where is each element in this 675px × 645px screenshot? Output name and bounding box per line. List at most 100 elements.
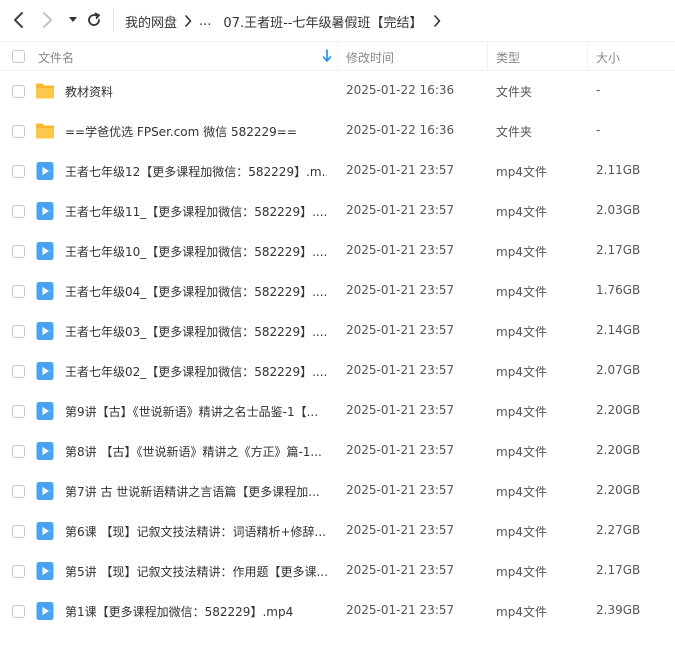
- row-checkbox[interactable]: [12, 125, 25, 138]
- file-size: -: [596, 123, 601, 137]
- row-checkbox[interactable]: [12, 365, 25, 378]
- file-name[interactable]: 王者七年级04_【更多课程加微信：582229】....: [65, 283, 327, 300]
- file-mtime: 2025-01-21 23:57: [346, 323, 455, 337]
- row-checkbox[interactable]: [12, 245, 25, 258]
- file-mtime: 2025-01-22 16:36: [346, 83, 455, 97]
- file-type: 文件夹: [496, 125, 533, 139]
- file-row[interactable]: 第8讲 【古】《世说新语》精讲之《方正》篇-1... 2025-01-21 23:…: [0, 431, 675, 471]
- video-file-icon: [35, 481, 55, 501]
- file-name[interactable]: 第7讲 古 世说新语精讲之言语篇【更多课程加...: [65, 483, 327, 500]
- breadcrumb-separator-icon: [177, 11, 199, 31]
- file-size: 2.39GB: [596, 603, 641, 617]
- video-file-icon: [35, 241, 55, 261]
- row-checkbox[interactable]: [12, 485, 25, 498]
- file-mtime: 2025-01-21 23:57: [346, 163, 455, 177]
- file-name[interactable]: 王者七年级11_【更多课程加微信：582229】....: [65, 203, 327, 220]
- file-list: 教材资料 2025-01-22 16:36 文件夹 - ==学爸优选 FPSer.com…: [0, 71, 675, 631]
- column-header-mtime[interactable]: 修改时间: [346, 49, 394, 66]
- row-checkbox[interactable]: [12, 565, 25, 578]
- file-name[interactable]: 教材资料: [65, 83, 327, 100]
- file-name[interactable]: 第8讲 【古】《世说新语》精讲之《方正》篇-1...: [65, 443, 327, 460]
- video-file-icon: [35, 161, 55, 181]
- file-list-header: 文件名 修改时间 类型 大小: [0, 41, 675, 71]
- file-name[interactable]: 第1课【更多课程加微信：582229】.mp4: [65, 603, 327, 620]
- file-type: 文件夹: [496, 85, 533, 99]
- file-mtime: 2025-01-21 23:57: [346, 243, 455, 257]
- file-mtime: 2025-01-21 23:57: [346, 523, 455, 537]
- row-checkbox[interactable]: [12, 525, 25, 538]
- row-checkbox[interactable]: [12, 405, 25, 418]
- file-size: 1.76GB: [596, 283, 641, 297]
- breadcrumb-expand-icon[interactable]: [426, 11, 448, 31]
- file-mtime: 2025-01-21 23:57: [346, 483, 455, 497]
- breadcrumb-root[interactable]: 我的网盘: [125, 12, 177, 31]
- video-file-icon: [35, 281, 55, 301]
- column-divider[interactable]: [587, 42, 588, 71]
- file-row[interactable]: 王者七年级04_【更多课程加微信：582229】.... 2025-01-21 2…: [0, 271, 675, 311]
- file-row[interactable]: 教材资料 2025-01-22 16:36 文件夹 -: [0, 71, 675, 111]
- file-name[interactable]: 第9讲【古】《世说新语》精讲之名士品鉴-1【...: [65, 403, 327, 420]
- column-header-size[interactable]: 大小: [596, 49, 620, 66]
- file-size: 2.03GB: [596, 203, 641, 217]
- row-checkbox[interactable]: [12, 445, 25, 458]
- breadcrumb-current[interactable]: 07.王者班--七年级暑假班【完结】: [223, 12, 422, 31]
- file-name[interactable]: 第5讲 【现】记叙文技法精讲：作用题【更多课...: [65, 563, 327, 580]
- history-dropdown-button[interactable]: [62, 9, 84, 31]
- file-size: -: [596, 83, 601, 97]
- video-file-icon: [35, 561, 55, 581]
- row-checkbox[interactable]: [12, 165, 25, 178]
- file-row[interactable]: 王者七年级11_【更多课程加微信：582229】.... 2025-01-21 2…: [0, 191, 675, 231]
- video-file-icon: [35, 201, 55, 221]
- row-checkbox[interactable]: [12, 85, 25, 98]
- breadcrumb-ellipsis[interactable]: ...: [199, 14, 211, 29]
- video-file-icon: [35, 321, 55, 341]
- file-type: mp4文件: [496, 245, 547, 259]
- file-row[interactable]: 第7讲 古 世说新语精讲之言语篇【更多课程加... 2025-01-21 23:5…: [0, 471, 675, 511]
- folder-icon: [35, 121, 55, 141]
- file-row[interactable]: 第9讲【古】《世说新语》精讲之名士品鉴-1【... 2025-01-21 23:5…: [0, 391, 675, 431]
- file-type: mp4文件: [496, 445, 547, 459]
- file-name[interactable]: 王者七年级03_【更多课程加微信：582229】....: [65, 323, 327, 340]
- row-checkbox[interactable]: [12, 285, 25, 298]
- file-row[interactable]: 王者七年级03_【更多课程加微信：582229】.... 2025-01-21 2…: [0, 311, 675, 351]
- file-type: mp4文件: [496, 485, 547, 499]
- file-row[interactable]: 王者七年级12【更多课程加微信：582229】.m... 2025-01-21 2…: [0, 151, 675, 191]
- file-name[interactable]: 王者七年级12【更多课程加微信：582229】.m...: [65, 163, 327, 180]
- file-mtime: 2025-01-21 23:57: [346, 443, 455, 457]
- file-type: mp4文件: [496, 285, 547, 299]
- column-header-type[interactable]: 类型: [496, 49, 520, 66]
- file-row[interactable]: ==学爸优选 FPSer.com 微信 582229== 2025-01-22 1…: [0, 111, 675, 151]
- file-type: mp4文件: [496, 205, 547, 219]
- row-checkbox[interactable]: [12, 205, 25, 218]
- file-row[interactable]: 王者七年级02_【更多课程加微信：582229】.... 2025-01-21 2…: [0, 351, 675, 391]
- column-header-name[interactable]: 文件名: [38, 49, 74, 66]
- file-type: mp4文件: [496, 365, 547, 379]
- chevron-left-icon: [14, 12, 23, 28]
- file-type: mp4文件: [496, 325, 547, 339]
- video-file-icon: [35, 601, 55, 621]
- sort-descending-icon[interactable]: [322, 49, 332, 66]
- file-mtime: 2025-01-22 16:36: [346, 123, 455, 137]
- folder-icon: [35, 81, 55, 101]
- file-mtime: 2025-01-21 23:57: [346, 203, 455, 217]
- select-all-checkbox[interactable]: [12, 50, 25, 63]
- file-mtime: 2025-01-21 23:57: [346, 603, 455, 617]
- file-row[interactable]: 第1课【更多课程加微信：582229】.mp4 2025-01-21 23:57 m…: [0, 591, 675, 631]
- refresh-button[interactable]: [83, 9, 105, 31]
- file-row[interactable]: 第6课 【现】记叙文技法精讲：词语精析+修辞... 2025-01-21 23:5…: [0, 511, 675, 551]
- row-checkbox[interactable]: [12, 325, 25, 338]
- file-name[interactable]: 王者七年级10_【更多课程加微信：582229】....: [65, 243, 327, 260]
- file-row[interactable]: 王者七年级10_【更多课程加微信：582229】.... 2025-01-21 2…: [0, 231, 675, 271]
- column-divider[interactable]: [337, 42, 338, 71]
- forward-button[interactable]: [36, 9, 58, 31]
- back-button[interactable]: [8, 9, 30, 31]
- row-checkbox[interactable]: [12, 605, 25, 618]
- file-type: mp4文件: [496, 605, 547, 619]
- file-name[interactable]: 第6课 【现】记叙文技法精讲：词语精析+修辞...: [65, 523, 327, 540]
- file-name[interactable]: ==学爸优选 FPSer.com 微信 582229==: [65, 123, 327, 140]
- file-name[interactable]: 王者七年级02_【更多课程加微信：582229】....: [65, 363, 327, 380]
- column-divider[interactable]: [487, 42, 488, 71]
- video-file-icon: [35, 361, 55, 381]
- file-row[interactable]: 第5讲 【现】记叙文技法精讲：作用题【更多课... 2025-01-21 23:5…: [0, 551, 675, 591]
- navigation-bar: 我的网盘 ... 07.王者班--七年级暑假班【完结】: [0, 0, 675, 41]
